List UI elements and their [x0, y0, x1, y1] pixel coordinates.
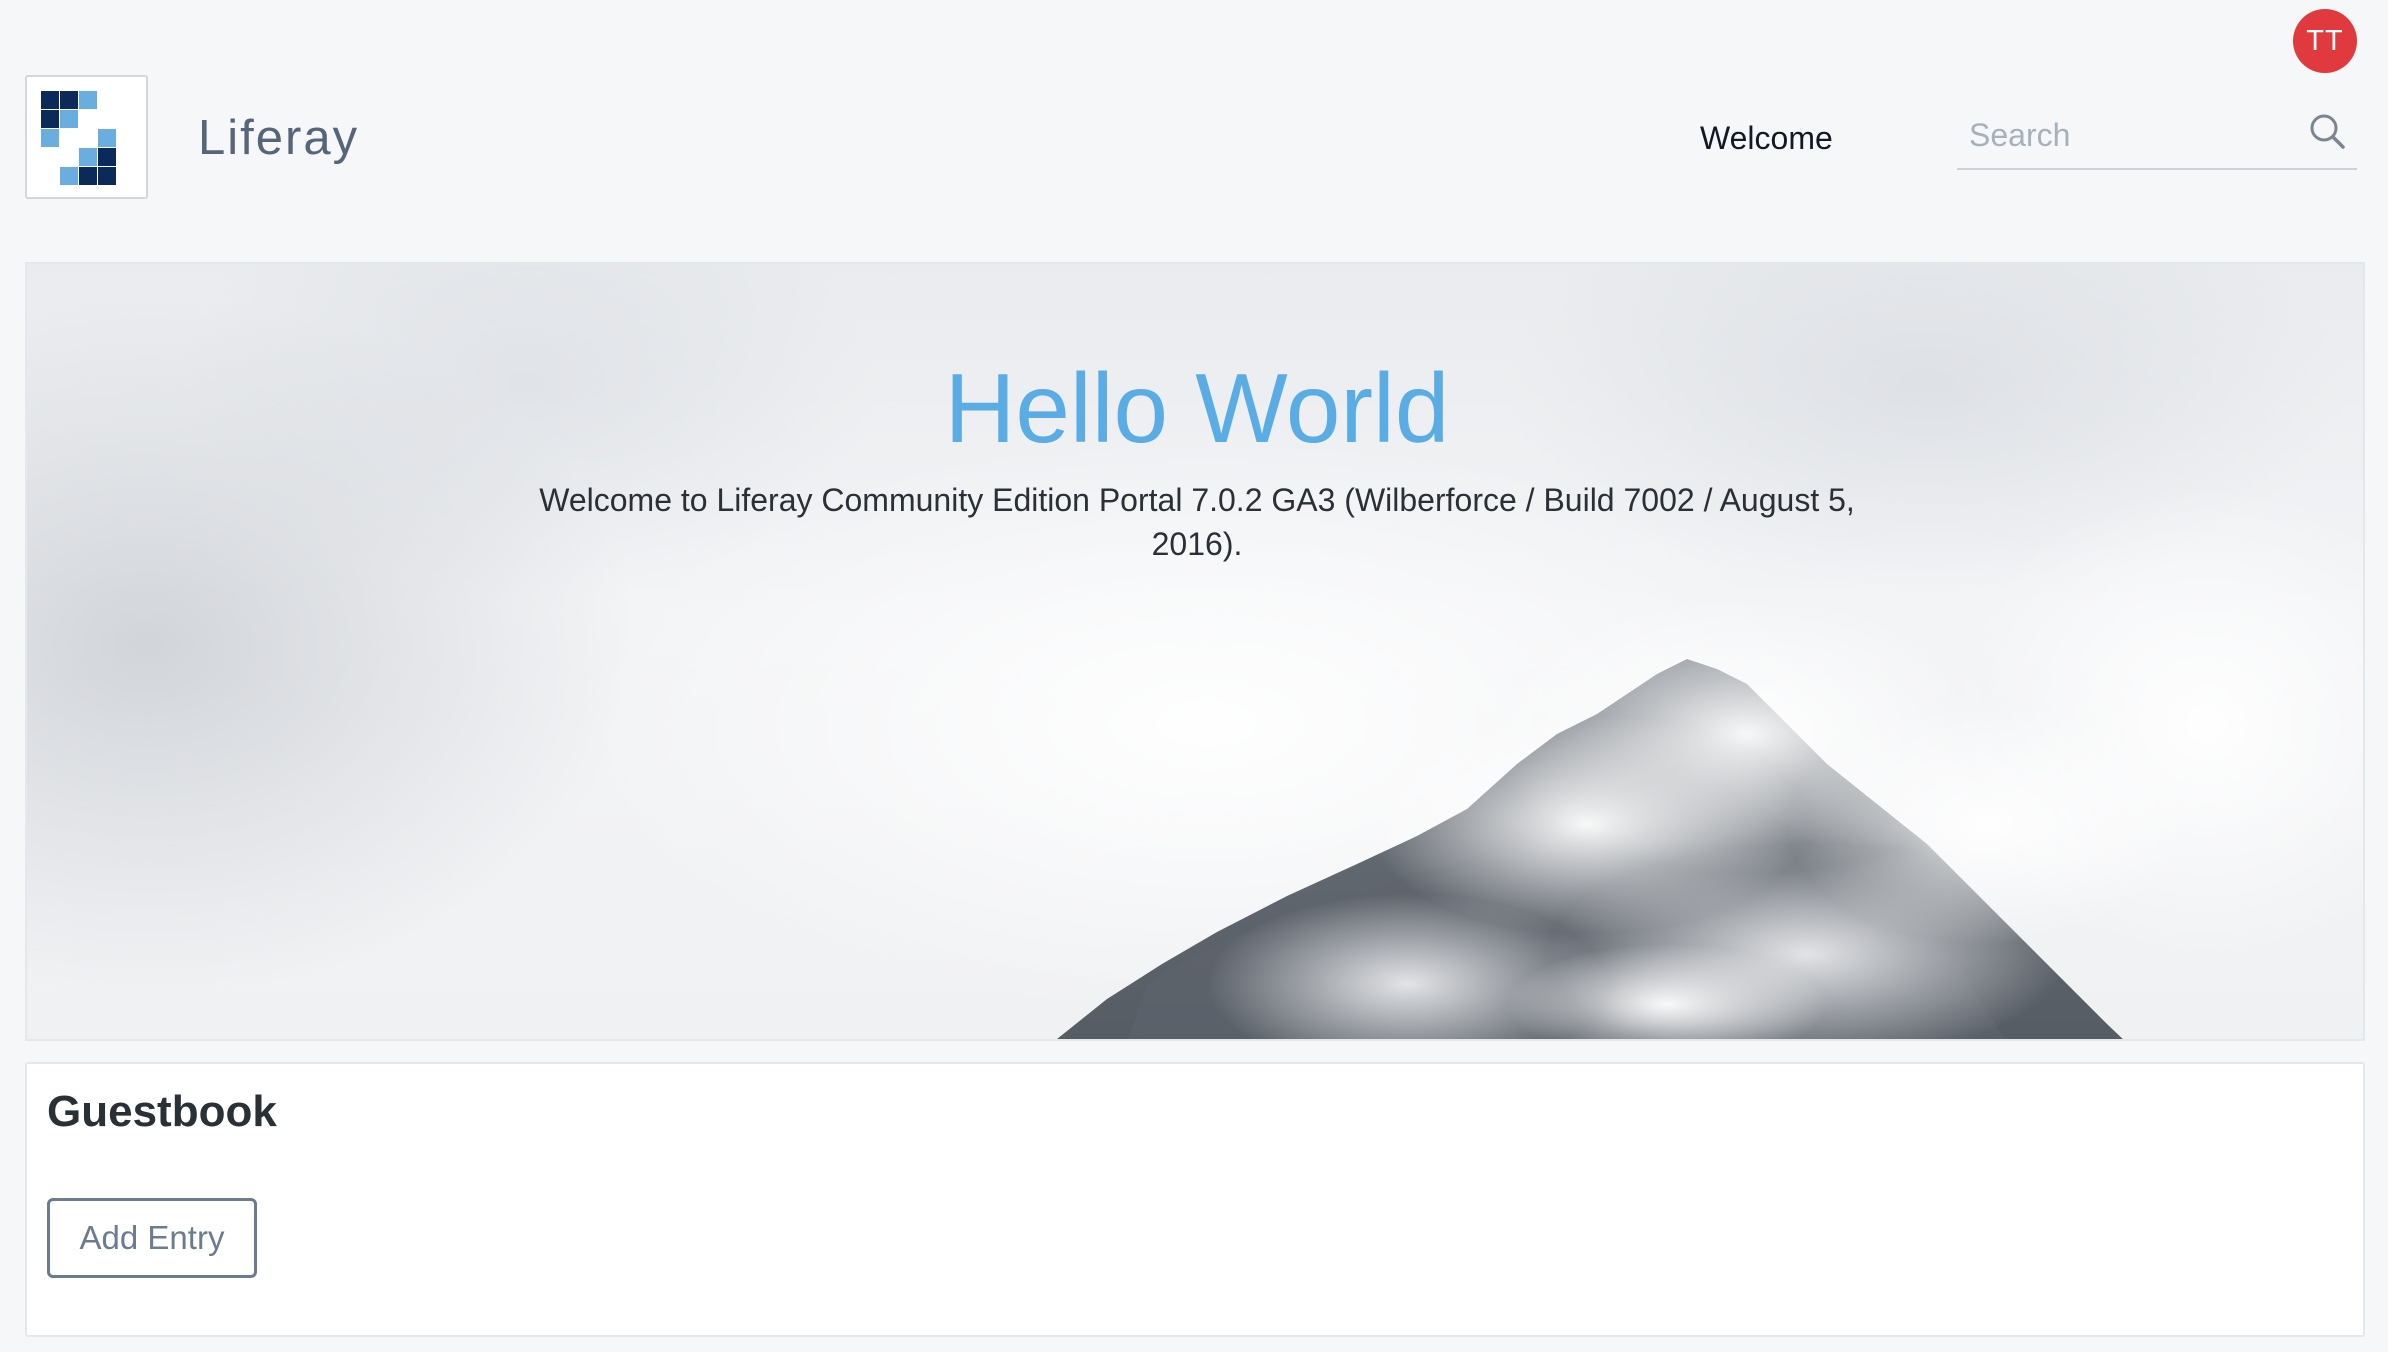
- liferay-logo-icon: [41, 91, 116, 185]
- site-name[interactable]: Liferay: [198, 108, 359, 168]
- hero-subtitle: Welcome to Liferay Community Edition Por…: [539, 482, 1855, 562]
- user-avatar[interactable]: TT: [2293, 9, 2357, 73]
- search-input[interactable]: [1967, 110, 2297, 160]
- add-entry-button[interactable]: Add Entry: [47, 1198, 257, 1278]
- nav-item-welcome[interactable]: Welcome: [1700, 118, 1833, 158]
- site-logo[interactable]: [25, 75, 148, 199]
- search-icon[interactable]: [2307, 108, 2347, 156]
- hero-banner: Hello World Welcome to Liferay Community…: [25, 262, 2365, 1041]
- search-bar: [1957, 102, 2357, 170]
- guestbook-portlet: Guestbook Add Entry: [25, 1062, 2365, 1337]
- hero-title: Hello World: [944, 353, 1450, 463]
- guestbook-title: Guestbook: [47, 1087, 277, 1136]
- site-header: TT Liferay Welcome: [0, 0, 2388, 240]
